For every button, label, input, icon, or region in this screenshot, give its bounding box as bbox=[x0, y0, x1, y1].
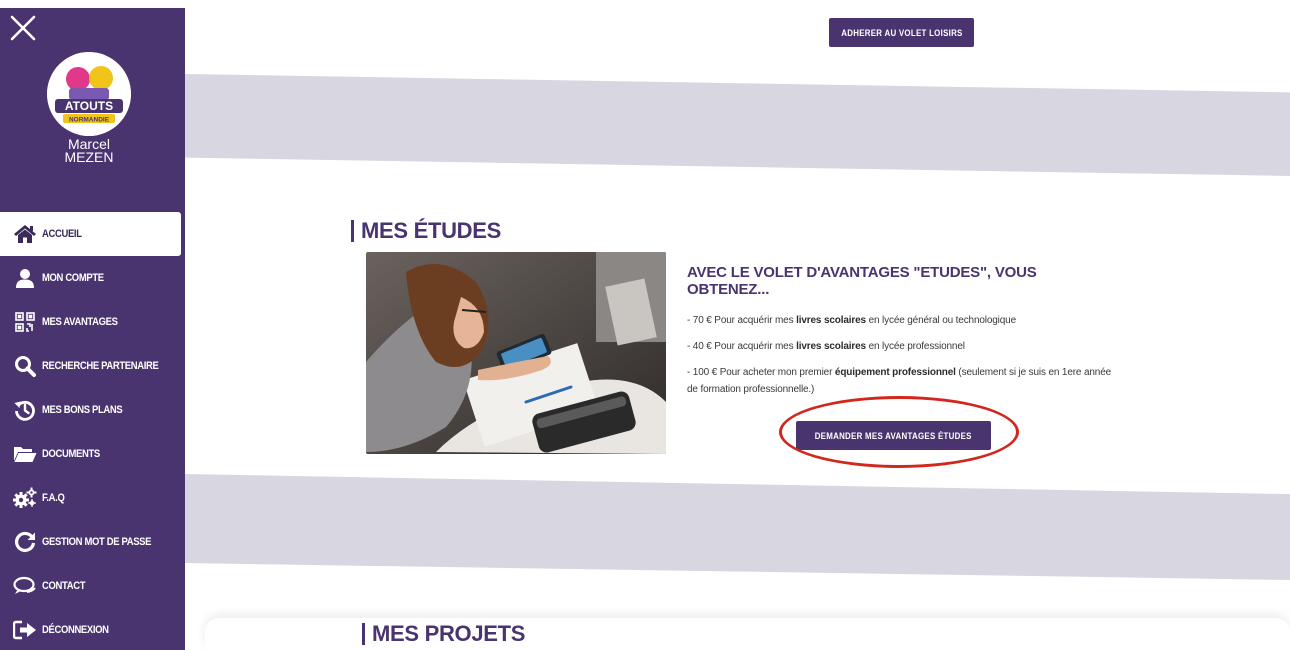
section-title-projets: MES PROJETS bbox=[362, 621, 525, 647]
title-accent-bar bbox=[351, 220, 354, 242]
offer-panel: AVEC LE VOLET D'AVANTAGES "ETUDES", VOUS… bbox=[687, 264, 1117, 407]
history-icon bbox=[13, 399, 37, 421]
user-icon bbox=[13, 267, 37, 289]
refresh-icon bbox=[13, 531, 37, 553]
sidebar-item-label: ACCUEIL bbox=[42, 228, 82, 240]
section-title-text: MES ÉTUDES bbox=[361, 218, 502, 243]
qr-code-icon bbox=[13, 311, 37, 333]
sidebar-item-label: GESTION MOT DE PASSE bbox=[42, 536, 152, 548]
sidebar-item-mes-avantages[interactable]: MES AVANTAGES bbox=[0, 300, 185, 344]
offer-line: - 100 € Pour acheter mon premier équipem… bbox=[687, 367, 1112, 395]
sidebar-item-contact[interactable]: CONTACT bbox=[0, 564, 185, 608]
search-icon bbox=[13, 355, 37, 377]
sidebar-nav: ACCUEIL MON COMPTE MES AVANTAGES RECHERC… bbox=[0, 212, 185, 650]
logout-icon bbox=[13, 619, 37, 641]
sidebar-item-faq[interactable]: F.A.Q bbox=[0, 476, 185, 520]
sidebar-item-label: F.A.Q bbox=[42, 492, 65, 504]
close-icon[interactable] bbox=[9, 14, 37, 42]
sidebar-item-label: RECHERCHE PARTENAIRE bbox=[42, 360, 159, 372]
sidebar: ATOUTS NORMANDIE Marcel MEZEN ACCUEIL MO… bbox=[0, 8, 185, 650]
sidebar-item-label: MON COMPTE bbox=[42, 272, 104, 284]
section-divider bbox=[185, 474, 1290, 580]
offer-line: - 70 € Pour acquérir mes livres scolaire… bbox=[687, 315, 1016, 326]
home-icon bbox=[13, 223, 37, 245]
sidebar-item-accueil[interactable]: ACCUEIL bbox=[0, 212, 181, 256]
main-content: ADHERER AU VOLET LOISIRS MES ÉTUDES AVEC… bbox=[185, 0, 1290, 650]
logo-text-sub: NORMANDIE bbox=[69, 117, 110, 124]
sidebar-item-label: DOCUMENTS bbox=[42, 448, 100, 460]
avatar: ATOUTS NORMANDIE bbox=[47, 52, 131, 136]
user-last-name: MEZEN bbox=[64, 149, 114, 165]
sidebar-item-label: CONTACT bbox=[42, 580, 86, 592]
sidebar-item-deconnexion[interactable]: DÉCONNEXION bbox=[0, 608, 185, 650]
logo-text-main: ATOUTS bbox=[65, 99, 113, 113]
sidebar-item-gestion-mot-de-passe[interactable]: GESTION MOT DE PASSE bbox=[0, 520, 185, 564]
adherer-loisirs-button[interactable]: ADHERER AU VOLET LOISIRS bbox=[829, 18, 974, 47]
section-title-text: MES PROJETS bbox=[372, 621, 526, 646]
title-accent-bar bbox=[362, 623, 365, 645]
offer-title: AVEC LE VOLET D'AVANTAGES "ETUDES", VOUS… bbox=[687, 264, 1037, 298]
folder-icon bbox=[13, 443, 37, 465]
section-divider bbox=[185, 74, 1290, 176]
offer-line: - 40 € Pour acquérir mes livres scolaire… bbox=[687, 341, 965, 352]
sidebar-item-recherche-partenaire[interactable]: RECHERCHE PARTENAIRE bbox=[0, 344, 185, 388]
user-name: Marcel MEZEN bbox=[0, 137, 178, 165]
gears-icon bbox=[13, 487, 37, 509]
chat-icon bbox=[13, 575, 37, 597]
sidebar-item-label: MES AVANTAGES bbox=[42, 316, 118, 328]
sidebar-item-documents[interactable]: DOCUMENTS bbox=[0, 432, 185, 476]
sidebar-item-label: DÉCONNEXION bbox=[42, 624, 109, 636]
section-title-etudes: MES ÉTUDES bbox=[351, 218, 501, 244]
sidebar-item-mes-bons-plans[interactable]: MES BONS PLANS bbox=[0, 388, 185, 432]
demander-avantages-etudes-button[interactable]: DEMANDER MES AVANTAGES ÉTUDES bbox=[796, 421, 991, 450]
student-photo bbox=[366, 252, 666, 454]
sidebar-item-mon-compte[interactable]: MON COMPTE bbox=[0, 256, 185, 300]
sidebar-item-label: MES BONS PLANS bbox=[42, 404, 123, 416]
